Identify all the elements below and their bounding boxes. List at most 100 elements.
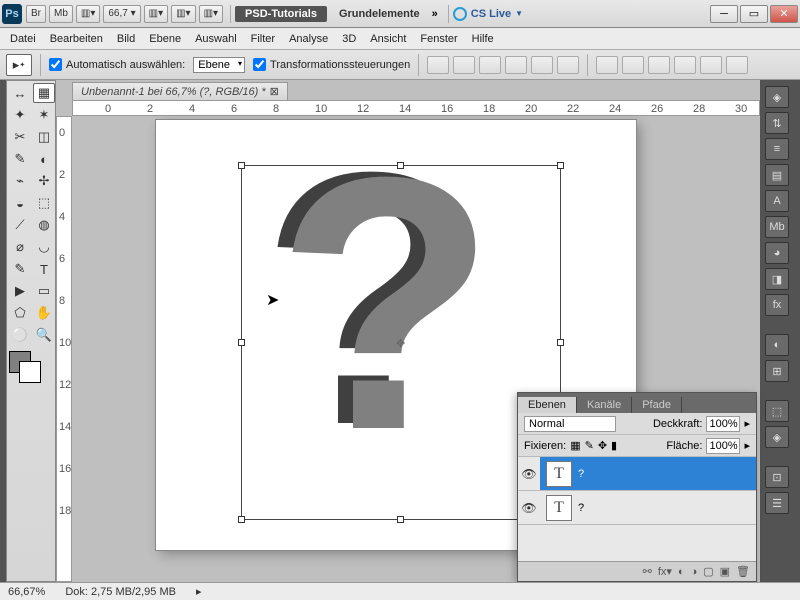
panel-icon-16[interactable]: ⊡ xyxy=(765,466,789,488)
panel-icon-5[interactable]: Mb xyxy=(765,216,789,238)
layer-thumb[interactable]: T xyxy=(546,495,572,521)
transform-bounding-box[interactable]: ✥ xyxy=(241,165,561,520)
tool-3[interactable]: ✶ xyxy=(33,105,55,125)
tool-13[interactable]: ◍ xyxy=(33,215,55,235)
tool-12[interactable]: ⟋ xyxy=(9,215,31,235)
panel-icon-2[interactable]: ≡ xyxy=(765,138,789,160)
panel-icon-6[interactable]: ◕ xyxy=(765,242,789,264)
tool-16[interactable]: ✎ xyxy=(9,259,31,279)
handle-ml[interactable] xyxy=(238,339,245,346)
opacity-input[interactable]: 100% xyxy=(706,416,740,432)
layer-row[interactable]: 👁 T ? xyxy=(518,491,756,525)
tool-6[interactable]: ✎ xyxy=(9,149,31,169)
tool-17[interactable]: T xyxy=(33,259,55,279)
menu-filter[interactable]: Filter xyxy=(251,33,275,45)
panel-icon-11[interactable]: ⊞ xyxy=(765,360,789,382)
tab-kanaele[interactable]: Kanäle xyxy=(577,397,632,413)
layer-row[interactable]: 👁 T ? xyxy=(518,457,756,491)
align-bottom[interactable] xyxy=(479,56,501,74)
workspace-active[interactable]: PSD-Tutorials xyxy=(235,6,327,22)
fill-flyout-icon[interactable]: ▸ xyxy=(744,439,750,452)
minibridge-button[interactable]: Mb xyxy=(49,5,73,23)
extras-button[interactable]: ▥▾ xyxy=(171,5,195,23)
handle-bl[interactable] xyxy=(238,516,245,523)
tool-5[interactable]: ◫ xyxy=(33,127,55,147)
handle-tl[interactable] xyxy=(238,162,245,169)
close-tab-icon[interactable]: ⊠ xyxy=(270,85,279,98)
lock-pixels-icon[interactable]: ✎ xyxy=(585,439,594,452)
handle-mr[interactable] xyxy=(557,339,564,346)
auto-select-target[interactable]: Ebene xyxy=(193,57,245,73)
arrange-button[interactable]: ▥▾ xyxy=(76,5,100,23)
panel-icon-8[interactable]: fx xyxy=(765,294,789,316)
align-vcenter[interactable] xyxy=(453,56,475,74)
document-tab[interactable]: Unbenannt-1 bei 66,7% (?, RGB/16) * ⊠ xyxy=(72,82,288,100)
tool-11[interactable]: ⬚ xyxy=(33,193,55,213)
layer-mask-icon[interactable]: ◐ xyxy=(678,566,685,578)
panel-icon-10[interactable]: ◐ xyxy=(765,334,789,356)
menu-ebene[interactable]: Ebene xyxy=(149,33,181,45)
menu-ansicht[interactable]: Ansicht xyxy=(370,33,406,45)
fill-input[interactable]: 100% xyxy=(706,438,740,454)
adjustment-layer-icon[interactable]: ◑ xyxy=(691,566,698,578)
panel-icon-3[interactable]: ▤ xyxy=(765,164,789,186)
align-hcenter[interactable] xyxy=(531,56,553,74)
panel-icon-13[interactable]: ⬚ xyxy=(765,400,789,422)
auto-select-checkbox[interactable]: Automatisch auswählen: xyxy=(49,58,185,71)
align-left[interactable] xyxy=(505,56,527,74)
transform-controls-checkbox[interactable]: Transformationssteuerungen xyxy=(253,58,410,71)
tab-ebenen[interactable]: Ebenen xyxy=(518,397,577,413)
layer-fx-icon[interactable]: fx▾ xyxy=(658,565,672,578)
cs-live-button[interactable]: CS Live ▼ xyxy=(453,7,523,21)
tool-0[interactable]: ↔ xyxy=(9,83,31,103)
current-tool-icon[interactable]: ▸✦ xyxy=(6,54,32,76)
tool-14[interactable]: ⌀ xyxy=(9,237,31,257)
dist-bottom[interactable] xyxy=(648,56,670,74)
more-workspaces[interactable]: » xyxy=(432,8,438,20)
group-icon[interactable]: ▢ xyxy=(703,565,713,578)
lock-transparent-icon[interactable]: ▦ xyxy=(570,439,580,452)
handle-tr[interactable] xyxy=(557,162,564,169)
tool-15[interactable]: ◡ xyxy=(33,237,55,257)
auto-select-check[interactable] xyxy=(49,58,62,71)
tool-20[interactable]: ⬠ xyxy=(9,303,31,323)
panel-icon-4[interactable]: A xyxy=(765,190,789,212)
panel-icon-1[interactable]: ⇅ xyxy=(765,112,789,134)
workspace-inactive[interactable]: Grundelemente xyxy=(331,6,428,22)
panel-icon-0[interactable]: ◈ xyxy=(765,86,789,108)
background-swatch[interactable] xyxy=(19,361,41,383)
maximize-button[interactable]: ▭ xyxy=(740,5,768,23)
panel-icon-14[interactable]: ◈ xyxy=(765,426,789,448)
lock-all-icon[interactable]: ▮ xyxy=(611,439,617,452)
status-flyout-icon[interactable]: ▸ xyxy=(196,585,202,598)
layer-thumb[interactable]: T xyxy=(546,461,572,487)
transform-anchor-icon[interactable]: ✥ xyxy=(396,337,405,350)
dist-right[interactable] xyxy=(726,56,748,74)
menu-analyse[interactable]: Analyse xyxy=(289,33,328,45)
tool-23[interactable]: 🔍 xyxy=(33,325,55,345)
tool-8[interactable]: ⌁ xyxy=(9,171,31,191)
minimize-button[interactable]: ─ xyxy=(710,5,738,23)
tool-19[interactable]: ▭ xyxy=(33,281,55,301)
delete-layer-icon[interactable]: 🗑 xyxy=(736,565,750,578)
link-layers-icon[interactable]: ⚯ xyxy=(643,565,652,578)
lock-position-icon[interactable]: ✥ xyxy=(598,439,607,452)
opacity-flyout-icon[interactable]: ▸ xyxy=(744,417,750,430)
layer-name[interactable]: ? xyxy=(578,468,584,480)
color-swatches[interactable] xyxy=(9,351,53,383)
tool-10[interactable]: ◒ xyxy=(9,193,31,213)
tool-21[interactable]: ✋ xyxy=(33,303,55,323)
tool-7[interactable]: ◐ xyxy=(33,149,55,169)
tool-2[interactable]: ✦ xyxy=(9,105,31,125)
menu-bild[interactable]: Bild xyxy=(117,33,135,45)
handle-bc[interactable] xyxy=(397,516,404,523)
screen-mode-button[interactable]: ▥▾ xyxy=(144,5,168,23)
blend-mode-select[interactable]: Normal xyxy=(524,416,616,432)
panel-icon-7[interactable]: ◨ xyxy=(765,268,789,290)
tool-4[interactable]: ✂ xyxy=(9,127,31,147)
tool-22[interactable]: ⚪ xyxy=(9,325,31,345)
dist-top[interactable] xyxy=(596,56,618,74)
align-right[interactable] xyxy=(557,56,579,74)
tab-pfade[interactable]: Pfade xyxy=(632,397,682,413)
align-top[interactable] xyxy=(427,56,449,74)
